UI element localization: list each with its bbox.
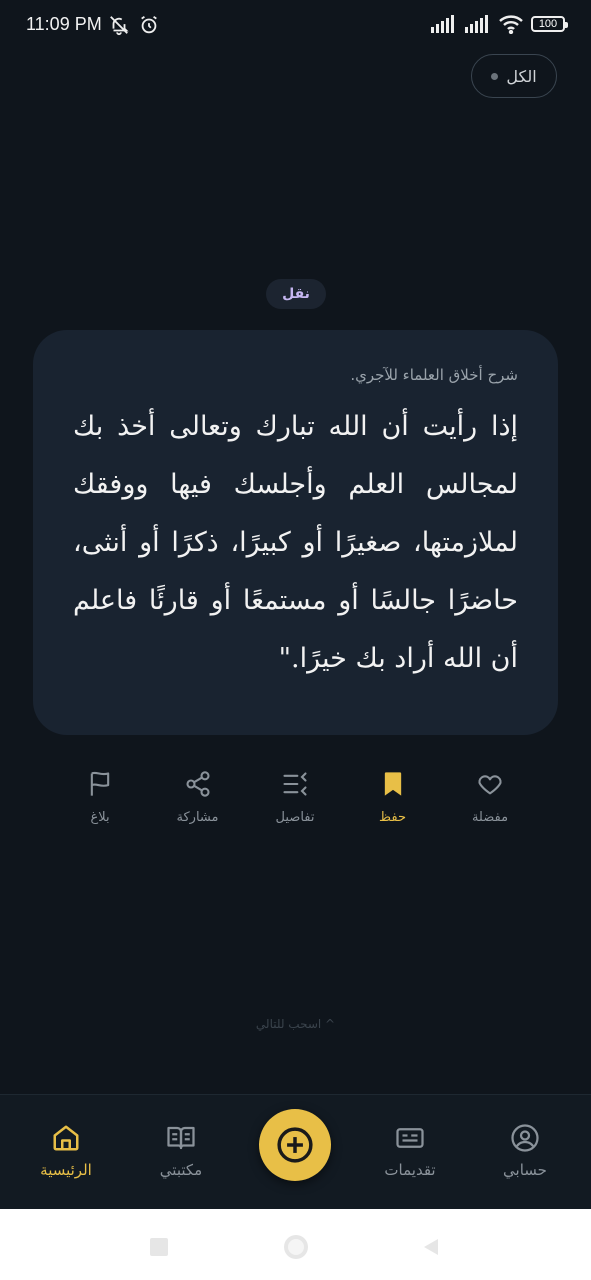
nav-account-label: حسابي [503,1161,547,1179]
battery-indicator: 100 [531,16,568,32]
save-label: حفظ [379,810,406,825]
swipe-hint: ^ اسحب للتالي [255,1017,336,1031]
nav-submissions[interactable]: تقديمات [365,1123,455,1179]
plus-circle-icon [277,1127,313,1163]
user-circle-icon [511,1124,539,1152]
flag-icon [90,771,110,796]
nav-home[interactable]: الرئيسية [21,1123,111,1179]
save-button[interactable]: حفظ [353,770,433,840]
status-bar: 11:09 PM 100 [0,0,591,52]
filter-dot [491,72,499,80]
status-right-icons: 100 [431,14,568,34]
favorite-button[interactable]: مفضلة [450,770,530,840]
nav-home-label: الرئيسية [40,1161,92,1179]
share-label: مشاركة [176,810,219,825]
card-icon [396,1128,424,1148]
recents-icon[interactable] [148,1236,170,1258]
details-button[interactable]: تفاصيل [255,770,335,840]
nav-library[interactable]: مكتبتي [136,1123,226,1179]
share-button[interactable]: مشاركة [158,770,238,840]
heart-icon [478,775,502,795]
bottom-nav: حسابي تقديمات مكتبتي الرئيسية [0,1094,591,1210]
signal-icon [431,15,454,33]
category-tag: نقل [266,279,326,309]
open-book-icon [167,1126,195,1150]
list-details-icon [283,772,307,796]
nav-submissions-label: تقديمات [384,1161,436,1179]
wifi-icon [499,15,523,34]
alarm-icon [141,15,157,34]
nav-library-label: مكتبتي [159,1161,203,1179]
status-time: 11:09 PM [26,14,102,34]
back-icon[interactable] [420,1236,442,1258]
filter-chip-label: الكل [506,66,537,86]
nav-account[interactable]: حسابي [480,1123,570,1179]
report-label: بلاغ [90,810,110,825]
quote-card: شرح أخلاق العلماء للآجري. إذا رأيت أن ال… [33,330,558,735]
share-icon [185,771,210,797]
system-nav-bar [0,1209,591,1280]
details-label: تفاصيل [275,810,315,825]
quote-source: شرح أخلاق العلماء للآجري. [350,366,518,384]
action-row: مفضلة حفظ تفاصيل مشاركة بلاغ [60,770,530,840]
signal-icon-2 [465,15,488,33]
mute-icon [110,16,129,36]
home-circle-icon[interactable] [282,1233,310,1261]
quote-text: إذا رأيت أن الله تبارك وتعالى أخذ بك لمج… [73,411,518,674]
add-button[interactable] [259,1109,331,1181]
report-button[interactable]: بلاغ [60,770,140,840]
home-icon [53,1125,79,1151]
filter-chip-all[interactable]: الكل [471,54,557,98]
favorite-label: مفضلة [471,810,509,825]
status-left-icons [108,14,160,36]
bookmark-icon [384,772,401,796]
